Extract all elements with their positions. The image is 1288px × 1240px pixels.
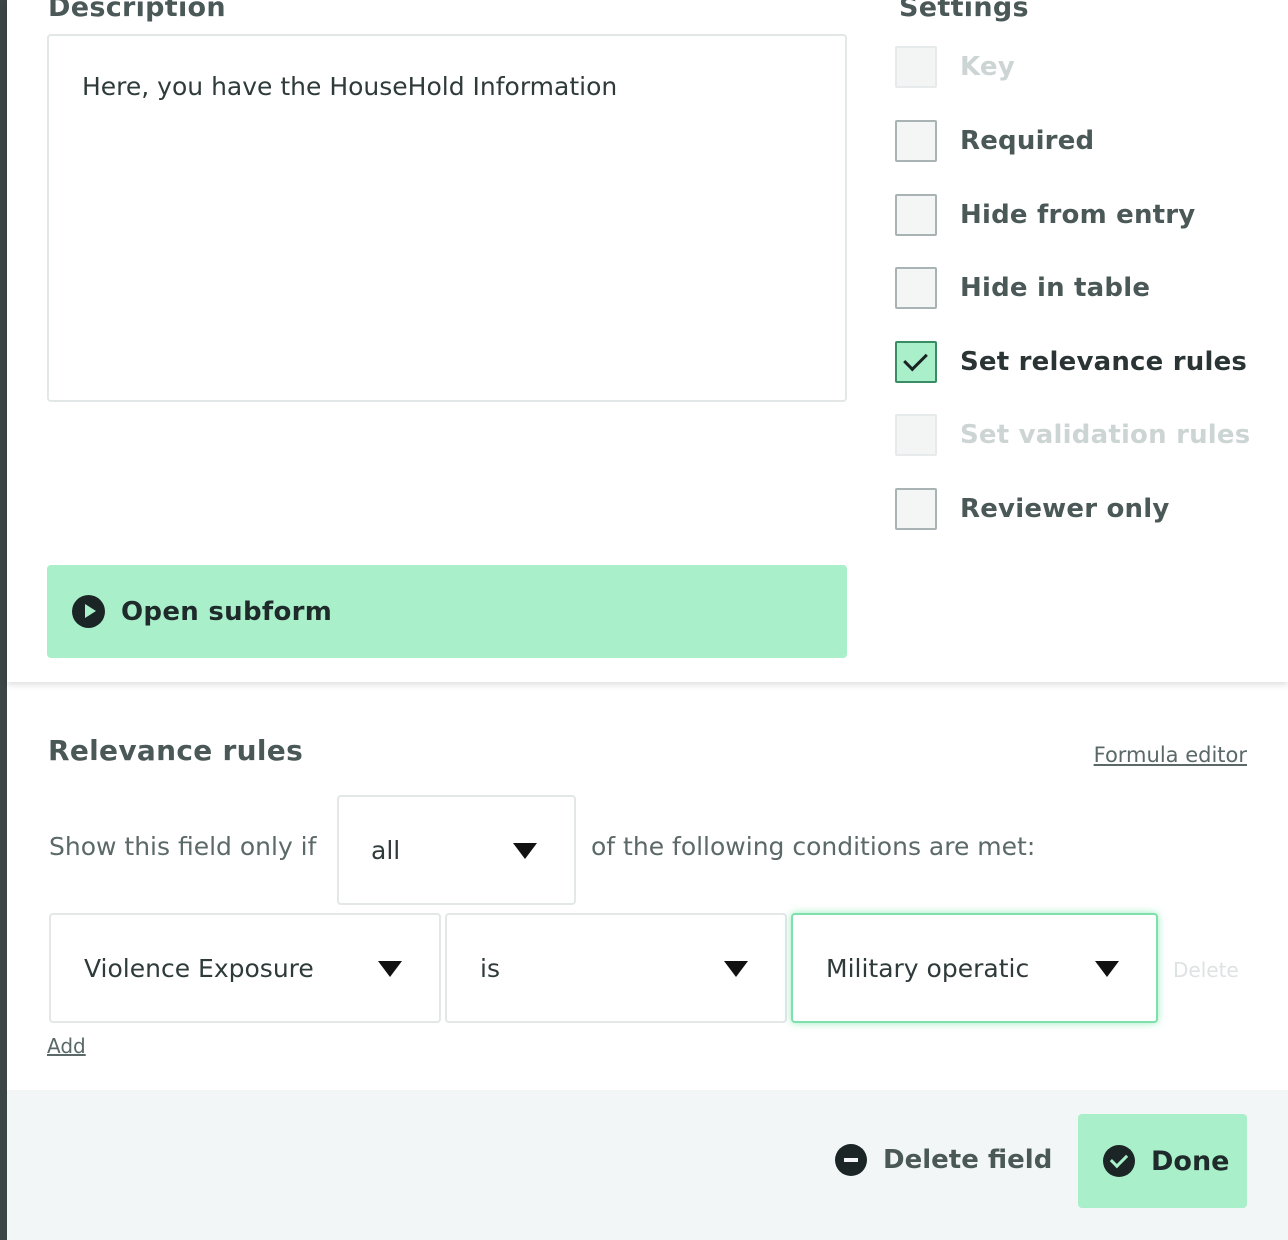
condition-value-value: Military operatic: [826, 953, 1030, 983]
condition-operator-value: is: [480, 953, 500, 983]
setting-label: Reviewer only: [960, 494, 1170, 524]
hide-in-table-checkbox[interactable]: [895, 267, 937, 309]
key-checkbox: [895, 46, 937, 88]
required-checkbox[interactable]: [895, 120, 937, 162]
field-editor-panel: Description Settings Here, you have the …: [7, 0, 1288, 682]
relevance-rules-section: Relevance rules Formula editor Show this…: [7, 682, 1288, 1090]
delete-condition-link: Delete: [1173, 958, 1239, 982]
setting-label: Hide from entry: [960, 200, 1196, 230]
setting-hide-in-table[interactable]: Hide in table: [895, 267, 1255, 309]
description-text: Here, you have the HouseHold Information: [82, 72, 618, 101]
chevron-down-icon: [378, 961, 402, 977]
chevron-down-icon: [1095, 961, 1119, 977]
condition-field-value: Violence Exposure: [84, 953, 314, 983]
open-subform-button[interactable]: Open subform: [47, 565, 847, 658]
setting-required[interactable]: Required: [895, 120, 1255, 162]
quantifier-value: all: [371, 835, 401, 865]
open-subform-label: Open subform: [121, 596, 333, 627]
show-field-suffix: of the following conditions are met:: [591, 832, 1036, 861]
show-field-prefix: Show this field only if: [49, 832, 317, 861]
quantifier-select[interactable]: all: [337, 795, 576, 905]
setting-label: Set relevance rules: [960, 347, 1248, 377]
formula-editor-link[interactable]: Formula editor: [1094, 743, 1247, 767]
play-circle-icon: [72, 595, 105, 628]
chevron-down-icon: [724, 961, 748, 977]
setting-label: Required: [960, 126, 1095, 156]
setting-hide-from-entry[interactable]: Hide from entry: [895, 194, 1255, 236]
setting-label: Set validation rules: [960, 420, 1251, 450]
setting-relevance-rules[interactable]: Set relevance rules: [895, 341, 1255, 383]
minus-circle-icon: [835, 1144, 867, 1176]
settings-title: Settings: [899, 0, 1029, 23]
add-condition-link[interactable]: Add: [47, 1034, 86, 1058]
relevance-rules-checkbox[interactable]: [895, 341, 937, 383]
setting-validation-rules: Set validation rules: [895, 414, 1255, 456]
validation-rules-checkbox: [895, 414, 937, 456]
condition-operator-select[interactable]: is: [445, 913, 787, 1023]
done-button[interactable]: Done: [1078, 1114, 1247, 1208]
setting-reviewer-only[interactable]: Reviewer only: [895, 488, 1255, 530]
relevance-rules-title: Relevance rules: [48, 734, 304, 767]
done-label: Done: [1151, 1145, 1230, 1177]
setting-label: Key: [960, 52, 1015, 82]
delete-field-button[interactable]: Delete field: [835, 1144, 1052, 1176]
check-circle-icon: [1103, 1145, 1135, 1177]
footer-bar: Delete field Done: [7, 1090, 1288, 1240]
setting-key: Key: [895, 46, 1255, 88]
description-textarea[interactable]: Here, you have the HouseHold Information: [47, 34, 847, 402]
reviewer-only-checkbox[interactable]: [895, 488, 937, 530]
condition-value-select[interactable]: Military operatic: [791, 913, 1158, 1023]
chevron-down-icon: [513, 843, 537, 859]
description-title: Description: [48, 0, 226, 23]
delete-field-label: Delete field: [883, 1145, 1053, 1175]
hide-from-entry-checkbox[interactable]: [895, 194, 937, 236]
condition-field-select[interactable]: Violence Exposure: [49, 913, 441, 1023]
left-rail: [0, 0, 7, 1240]
setting-label: Hide in table: [960, 273, 1151, 303]
